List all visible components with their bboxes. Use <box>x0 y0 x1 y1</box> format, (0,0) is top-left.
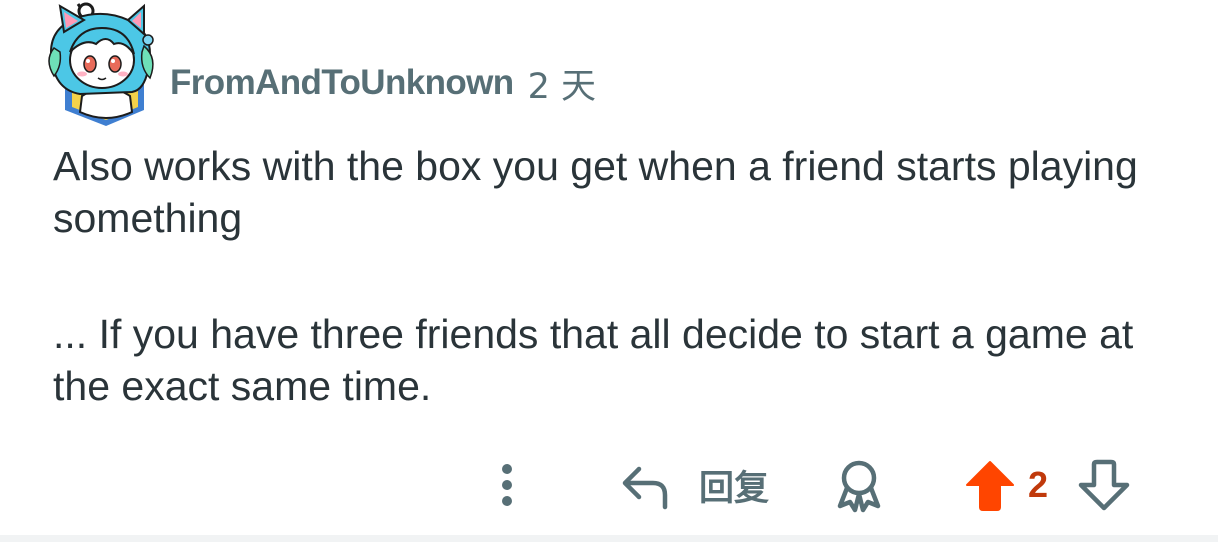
comment-card: FromAndToUnknown 2 天 Also works with the… <box>0 0 1218 542</box>
author-username[interactable]: FromAndToUnknown <box>170 63 514 103</box>
comment-meta: FromAndToUnknown 2 天 <box>170 58 596 108</box>
comment-divider <box>0 535 1218 542</box>
comment-paragraph-2: ... If you have three friends that all d… <box>53 311 1134 409</box>
downvote-arrow-outline-icon <box>1078 459 1130 511</box>
comment-timestamp: 2 天 <box>527 66 596 107</box>
reply-button[interactable]: 回复 <box>608 455 778 515</box>
more-options-button[interactable] <box>490 455 524 515</box>
comment-action-bar: 回复 2 <box>0 455 1218 515</box>
award-icon <box>837 460 881 513</box>
downvote-button[interactable] <box>1076 455 1132 515</box>
reply-label: 回复 <box>698 468 769 509</box>
vote-score: 2 <box>1028 464 1049 505</box>
upvote-arrow-filled-icon <box>966 461 1014 511</box>
upvote-button[interactable] <box>962 455 1018 515</box>
more-vertical-icon <box>502 464 512 506</box>
comment-body: Also works with the box you get when a f… <box>53 140 1173 412</box>
comment-paragraph-1: Also works with the box you get when a f… <box>53 143 1138 241</box>
avatar-illustration <box>48 2 154 126</box>
user-avatar[interactable] <box>40 0 160 130</box>
reply-arrow-icon <box>622 466 668 510</box>
award-button[interactable] <box>830 455 888 515</box>
